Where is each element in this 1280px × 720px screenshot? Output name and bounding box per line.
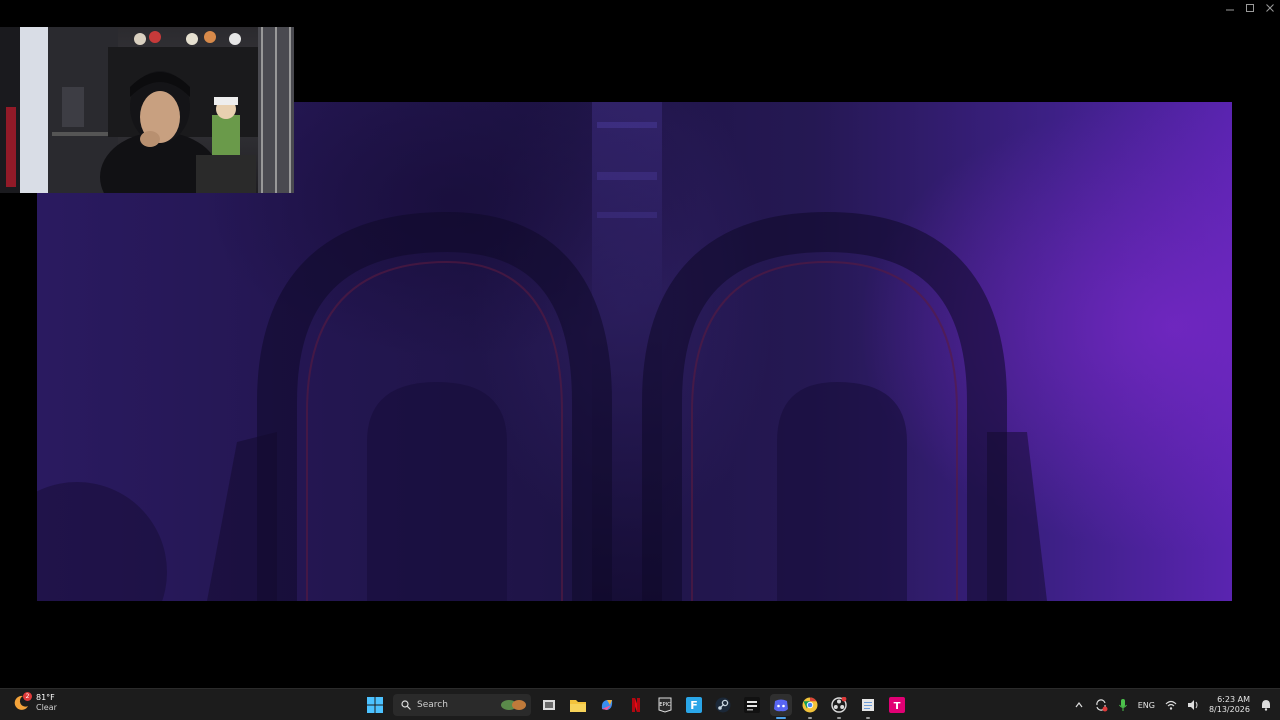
show-hidden-icons-chevron-icon[interactable] bbox=[1074, 700, 1084, 710]
chrome-icon bbox=[802, 697, 818, 713]
notepad-icon bbox=[862, 699, 874, 711]
call-of-duty-icon bbox=[744, 697, 760, 713]
clock[interactable]: 6:23 AM 8/13/2026 bbox=[1209, 695, 1250, 715]
start-icon bbox=[367, 697, 383, 713]
maximize-button[interactable] bbox=[1240, 0, 1260, 16]
taskbar-search[interactable]: Search bbox=[393, 694, 531, 716]
obs-button[interactable] bbox=[828, 694, 850, 719]
taskbar: 2 81°F Clear Search EPIC F T ENG 6:23 AM… bbox=[0, 688, 1280, 720]
chrome-button[interactable] bbox=[799, 694, 821, 719]
clock-time: 6:23 AM bbox=[1217, 695, 1250, 704]
start-button[interactable] bbox=[364, 694, 386, 716]
close-icon bbox=[1266, 4, 1274, 12]
wifi-icon[interactable] bbox=[1165, 699, 1177, 711]
netflix-button[interactable] bbox=[625, 694, 647, 716]
svg-text:F: F bbox=[690, 699, 698, 712]
file-explorer-icon bbox=[570, 700, 586, 712]
webcam-overlay bbox=[0, 27, 294, 193]
close-button[interactable] bbox=[1260, 0, 1280, 16]
weather-widget[interactable]: 2 81°F Clear bbox=[12, 692, 57, 713]
discord-button[interactable] bbox=[770, 694, 792, 719]
minimize-icon bbox=[1226, 9, 1234, 11]
tmobile-button[interactable]: T bbox=[886, 694, 908, 716]
netflix-icon bbox=[632, 698, 640, 712]
streamer-webcam bbox=[0, 27, 294, 193]
task-view-button[interactable] bbox=[538, 694, 560, 716]
obs-running-indicator bbox=[837, 717, 841, 719]
weather-condition: Clear bbox=[36, 703, 57, 712]
fortnite-icon: F bbox=[686, 697, 702, 713]
copilot-button[interactable] bbox=[596, 694, 618, 716]
fortnite-button[interactable]: F bbox=[683, 694, 705, 716]
window-controls bbox=[1220, 0, 1280, 16]
notepad-running-indicator bbox=[866, 717, 870, 719]
weather-badge: 2 bbox=[23, 692, 32, 701]
search-icon bbox=[401, 700, 411, 710]
svg-text:T: T bbox=[894, 701, 901, 712]
weather-moon-icon: 2 bbox=[12, 692, 32, 712]
search-placeholder: Search bbox=[417, 700, 448, 710]
notification-bell-icon[interactable] bbox=[1260, 699, 1272, 711]
chrome-running-indicator bbox=[808, 717, 812, 719]
clock-date: 8/13/2026 bbox=[1208, 705, 1250, 714]
discord-active-indicator bbox=[776, 717, 786, 719]
maximize-icon bbox=[1246, 4, 1254, 12]
desktop-screen: 2 81°F Clear Search EPIC F T ENG 6:23 AM… bbox=[0, 0, 1280, 720]
search-highlight-icon bbox=[501, 700, 526, 710]
epic-games-button[interactable]: EPIC bbox=[654, 694, 676, 716]
svg-text:EPIC: EPIC bbox=[659, 702, 671, 708]
taskbar-apps: Search EPIC F T bbox=[364, 693, 908, 719]
obs-icon bbox=[831, 697, 847, 713]
language-indicator[interactable]: ENG bbox=[1138, 701, 1155, 710]
steam-icon bbox=[715, 697, 731, 713]
minimize-button[interactable] bbox=[1220, 0, 1240, 16]
weather-temperature: 81°F bbox=[36, 693, 55, 702]
call-of-duty-button[interactable] bbox=[741, 694, 763, 716]
task-view-icon bbox=[543, 700, 555, 710]
steam-button[interactable] bbox=[712, 694, 734, 716]
notepad-button[interactable] bbox=[857, 694, 879, 719]
tmobile-icon: T bbox=[889, 697, 905, 713]
discord-icon bbox=[774, 699, 788, 712]
epic-games-icon: EPIC bbox=[658, 697, 672, 713]
system-tray: ENG 6:23 AM 8/13/2026 bbox=[1074, 693, 1272, 717]
file-explorer-button[interactable] bbox=[567, 694, 589, 716]
microphone-icon[interactable] bbox=[1118, 698, 1128, 712]
sync-icon[interactable] bbox=[1094, 698, 1108, 712]
volume-icon[interactable] bbox=[1187, 699, 1199, 711]
copilot-icon bbox=[601, 700, 613, 710]
